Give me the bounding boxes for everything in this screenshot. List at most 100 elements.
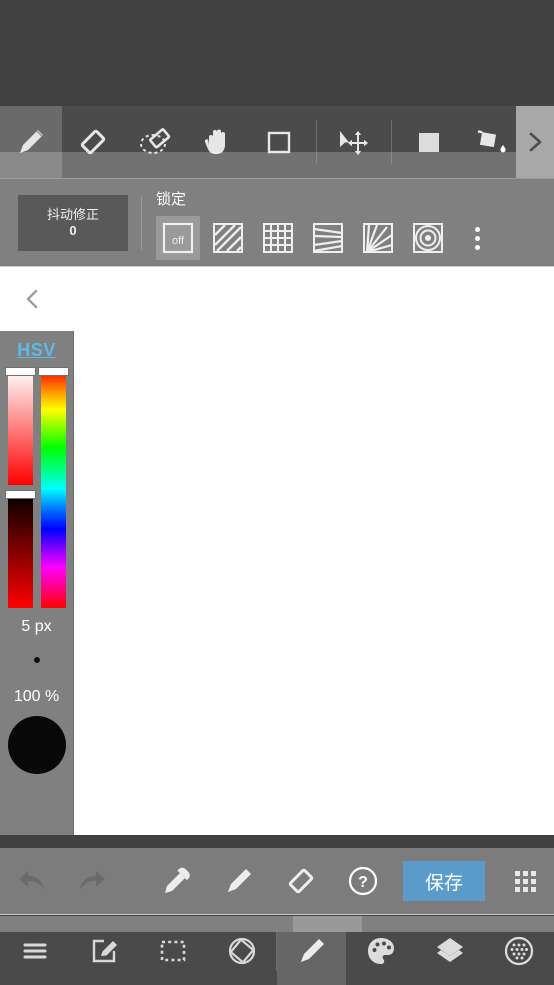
nav-rotate[interactable] — [207, 916, 276, 985]
value-slider[interactable] — [7, 492, 33, 608]
toolbar-divider-2 — [391, 120, 392, 164]
saturation-slider-handle[interactable] — [4, 367, 36, 376]
paint-bucket-icon — [477, 130, 506, 153]
nav-select[interactable] — [138, 916, 207, 985]
hamburger-menu-icon — [23, 943, 46, 958]
stabilizer-label: 抖动修正 — [46, 206, 99, 222]
hand-icon — [204, 129, 225, 154]
edit-square-icon — [92, 939, 117, 962]
color-sidebar: HSV 5 px 100 % — [0, 331, 74, 835]
pencil-button[interactable] — [208, 848, 270, 915]
help-button[interactable]: ? — [332, 848, 394, 915]
eraser-icon — [288, 868, 314, 894]
stabilizer-value: 0 — [69, 223, 77, 238]
nav-menu[interactable] — [0, 916, 69, 985]
save-button-wrap: 保存 — [394, 848, 494, 915]
drawing-canvas[interactable] — [0, 266, 554, 835]
rectangle-tool[interactable] — [248, 106, 310, 178]
symmetry-concentric-circles[interactable] — [406, 216, 450, 260]
concentric-circles-icon — [413, 223, 443, 253]
panel-collapse-button[interactable] — [18, 284, 48, 314]
saturation-slider[interactable] — [7, 369, 33, 485]
hand-tool[interactable] — [186, 106, 248, 178]
pencil-tool[interactable] — [0, 106, 62, 178]
undo-icon — [19, 871, 44, 890]
eraser-tool[interactable] — [62, 106, 124, 178]
nav-brush[interactable] — [277, 916, 346, 985]
pencil-icon — [20, 130, 43, 153]
color-sliders — [4, 367, 69, 608]
grid-icon — [263, 223, 293, 253]
eraser-button[interactable] — [270, 848, 332, 915]
hue-slider[interactable] — [40, 369, 66, 608]
brush-size-value[interactable]: 5 px — [21, 618, 51, 636]
chevron-left-icon — [26, 289, 38, 309]
svg-text:?: ? — [358, 874, 368, 891]
nav-palette[interactable] — [346, 916, 415, 985]
redo-button[interactable] — [62, 848, 124, 915]
rectangle-icon — [267, 131, 291, 154]
nav-layers[interactable] — [415, 916, 484, 985]
move-cursor-icon — [340, 131, 368, 155]
symmetry-off[interactable]: off — [156, 216, 200, 260]
chevron-right-icon — [529, 132, 542, 152]
opacity-value[interactable]: 100 % — [14, 688, 59, 706]
hsv-mode-link[interactable]: HSV — [17, 340, 56, 361]
symmetry-radial-fan[interactable] — [356, 216, 400, 260]
save-button[interactable]: 保存 — [403, 861, 485, 901]
symmetry-more-menu[interactable] — [462, 216, 492, 260]
saturation-value-column — [4, 367, 36, 608]
lasso-eraser-tool[interactable] — [124, 106, 186, 178]
bucket-tool[interactable] — [460, 106, 522, 178]
redo-icon — [80, 871, 105, 890]
current-color-swatch[interactable] — [7, 716, 66, 774]
palette-icon — [367, 937, 394, 964]
hue-slider-handle[interactable] — [37, 367, 69, 376]
fill-square-tool[interactable] — [398, 106, 460, 178]
symmetry-diagonal-lines[interactable] — [206, 216, 250, 260]
move-tool[interactable] — [323, 106, 385, 178]
dot-3 — [474, 244, 480, 250]
toolbar-scroll-right-button[interactable] — [516, 106, 554, 178]
material-dots-icon — [504, 936, 533, 965]
dot-1 — [474, 226, 480, 232]
undo-button[interactable] — [0, 848, 62, 915]
eyedropper-icon — [165, 867, 190, 893]
rotate-canvas-icon — [228, 937, 255, 964]
lasso-eraser-icon — [140, 128, 171, 154]
stabilizer-button[interactable]: 抖动修正 0 — [18, 195, 128, 251]
symmetry-ruler-row: off — [156, 216, 492, 260]
radial-fan-icon — [363, 223, 393, 254]
apps-grid-button[interactable] — [494, 848, 554, 915]
symmetry-grid[interactable] — [256, 216, 300, 260]
pencil-icon — [228, 869, 251, 892]
lock-label: 锁定 — [156, 191, 187, 208]
dot-2 — [474, 235, 480, 241]
nav-edit[interactable] — [69, 916, 138, 985]
eraser-icon — [80, 129, 106, 155]
options-divider — [141, 196, 142, 250]
layers-icon — [436, 937, 463, 962]
top-blank-area — [0, 0, 554, 106]
bottom-navigation — [0, 916, 554, 985]
symmetry-off-icon: off — [162, 222, 194, 254]
apps-grid-icon — [514, 870, 536, 892]
toolbar-divider-1 — [316, 120, 317, 164]
marquee-select-icon — [160, 940, 185, 961]
value-slider-handle[interactable] — [4, 490, 36, 499]
symmetry-horizontal-perspective[interactable] — [306, 216, 350, 260]
filled-square-icon — [419, 133, 439, 152]
eyedropper-button[interactable] — [146, 848, 208, 915]
app-root: 抖动修正 0 锁定 off HSV 5 px 100 % ? 保存 — [0, 0, 554, 985]
nav-material[interactable] — [484, 916, 553, 985]
primary-toolbar — [0, 106, 554, 178]
horizontal-perspective-icon — [313, 223, 343, 253]
brush-preview — [0, 636, 74, 684]
pencil-icon — [300, 938, 324, 962]
help-icon: ? — [348, 866, 378, 896]
brush-preview-dot — [33, 657, 40, 663]
action-toolbar: ? 保存 — [0, 848, 554, 915]
svg-text:off: off — [172, 235, 185, 247]
hue-column — [37, 367, 69, 608]
diagonal-lines-icon — [213, 223, 243, 253]
